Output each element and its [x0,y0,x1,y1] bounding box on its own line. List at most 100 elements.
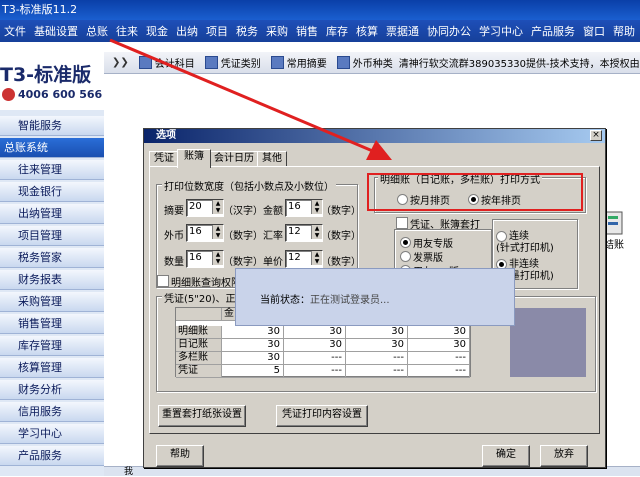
rate-unit: （数字） [321,231,361,242]
toolbar-item-icon [336,56,350,69]
tab-calendar[interactable]: 会计日历 [209,151,259,167]
sidebar-item-11[interactable]: 核算管理 [0,358,104,378]
foreign-width-spinner[interactable]: 16 ▲ ▼ [186,224,224,242]
help-button[interactable]: 帮助 [156,445,204,467]
table-cell: 30 [408,326,470,339]
sidebar-item-8[interactable]: 采购管理 [0,292,104,312]
radio-invoice[interactable] [400,251,411,262]
close-icon[interactable]: × [590,130,602,141]
rate-label: 汇率 [263,231,283,242]
table-cell: --- [346,352,408,365]
table-cell: --- [284,365,346,378]
continuous-sub: (针式打印机) [496,243,554,254]
toolbar-item-1[interactable]: 凭证类别 [204,55,261,70]
menu-item-14[interactable]: 学习中心 [475,23,527,39]
rate-width-spinner[interactable]: 12 ▲ ▼ [285,224,323,242]
table-cell: 30 [222,352,284,365]
dialog-title: 选项 [144,129,605,143]
table-cell: --- [408,352,470,365]
cancel-button[interactable]: 放弃 [540,445,588,467]
sidebar-item-6[interactable]: 税务管家 [0,248,104,268]
table-cell: --- [346,365,408,378]
sidebar-item-13[interactable]: 信用服务 [0,402,104,422]
sidebar-item-0[interactable]: 智能服务 [0,116,104,136]
voucher-book-checkbox[interactable] [396,217,408,229]
loading-value: 正在测试登录员... [310,295,390,306]
menu-item-17[interactable]: 帮助 [609,23,639,39]
tab-books[interactable]: 账簿 [177,149,211,168]
sidebar-item-3[interactable]: 现金银行 [0,182,104,202]
table-cell: --- [408,365,470,378]
menu-item-2[interactable]: 总账 [82,23,112,39]
invoice-label[interactable]: 发票版 [413,249,443,264]
menu-item-1[interactable]: 基础设置 [30,23,82,39]
window-title: T3-标准版11.2 [0,0,640,20]
sidebar-item-15[interactable]: 产品服务 [0,446,104,466]
menu-item-11[interactable]: 核算 [352,23,382,39]
query-perm-label[interactable]: 明细账查询权限 [171,274,241,289]
menu-item-16[interactable]: 窗口 [579,23,609,39]
sidebar-item-4[interactable]: 出纳管理 [0,204,104,224]
table-cell: 5 [222,365,284,378]
table-cell: 30 [222,326,284,339]
menu-item-10[interactable]: 库存 [322,23,352,39]
price-label: 单价 [263,257,283,268]
tab-other[interactable]: 其他 [257,151,287,167]
sidebar-item-9[interactable]: 销售管理 [0,314,104,334]
sidebar-item-10[interactable]: 库存管理 [0,336,104,356]
marquee-text: 清神行软交流群389035330提供-技术支持，本授权由清神射 [398,59,640,70]
reset-template-button[interactable]: 重置套打纸张设置 [158,405,246,427]
phone-icon [2,88,15,101]
sidebar-item-2[interactable]: 往来管理 [0,160,104,180]
sidebar-item-7[interactable]: 财务报表 [0,270,104,290]
menu-item-5[interactable]: 出纳 [172,23,202,39]
sidebar-item-1[interactable]: 总账系统 [0,138,104,158]
qty-label: 数量 [164,257,184,268]
amount-label: 金额 [263,206,283,217]
table-cell: 30 [284,339,346,352]
table-row-label: 日记账 [176,339,222,352]
close-books-label[interactable]: 结账 [604,236,624,251]
menu-item-8[interactable]: 采购 [262,23,292,39]
sidebar-item-14[interactable]: 学习中心 [0,424,104,444]
menu-item-6[interactable]: 项目 [202,23,232,39]
voucher-print-content-button[interactable]: 凭证打印内容设置 [276,405,368,427]
toolbar-item-3[interactable]: 外币种类 [336,55,393,70]
menu-item-4[interactable]: 现金 [142,23,172,39]
toolbar-item-label: 凭证类别 [220,59,261,70]
toolbar-item-0[interactable]: 会计科目 [138,55,195,70]
menu-item-0[interactable]: 文件 [0,23,30,39]
tab-voucher[interactable]: 凭证 [149,151,179,167]
toolbar-item-label: 常用摘要 [286,59,327,70]
sidebar-item-5[interactable]: 项目管理 [0,226,104,246]
toolbar-item-label: 外币种类 [352,59,393,70]
table-row-label: 多栏账 [176,352,222,365]
sidebar-item-12[interactable]: 财务分析 [0,380,104,400]
qty-width-spinner[interactable]: 16 ▲ ▼ [186,250,224,268]
price-width-spinner[interactable]: 12 ▲ ▼ [285,250,323,268]
toolbar-chevron-icon[interactable]: ❯❯ [112,57,129,68]
query-perm-checkbox[interactable] [157,275,169,287]
menu-item-7[interactable]: 税务 [232,23,262,39]
radio-ufida-special[interactable] [400,237,411,248]
table-row-label: 明细账 [176,326,222,339]
ufida-special-label[interactable]: 用友专版 [413,235,453,250]
menu-item-12[interactable]: 票据通 [382,23,423,39]
loading-status: 当前状态：正在测试登录员... [260,291,390,306]
table-cell: 30 [284,326,346,339]
foreign-unit: （数字） [223,231,263,242]
table-cell: 30 [222,339,284,352]
menu-item-3[interactable]: 往来 [112,23,142,39]
phone-text: 4006 600 566 [18,88,103,101]
phone-number: 4006 600 566 [2,88,102,101]
summary-width-spinner[interactable]: 20 ▲ ▼ [186,199,224,217]
print-width-title: 打印位数宽度（包括小数点及小数位） [162,178,336,193]
menu-item-13[interactable]: 协同办公 [423,23,475,39]
amount-width-spinner[interactable]: 16 ▲ ▼ [285,199,323,217]
table-header-cell [176,308,222,321]
menu-item-9[interactable]: 销售 [292,23,322,39]
menu-item-15[interactable]: 产品服务 [527,23,579,39]
toolbar-item-icon [204,56,218,69]
ok-button[interactable]: 确定 [482,445,530,467]
toolbar-item-2[interactable]: 常用摘要 [270,55,327,70]
